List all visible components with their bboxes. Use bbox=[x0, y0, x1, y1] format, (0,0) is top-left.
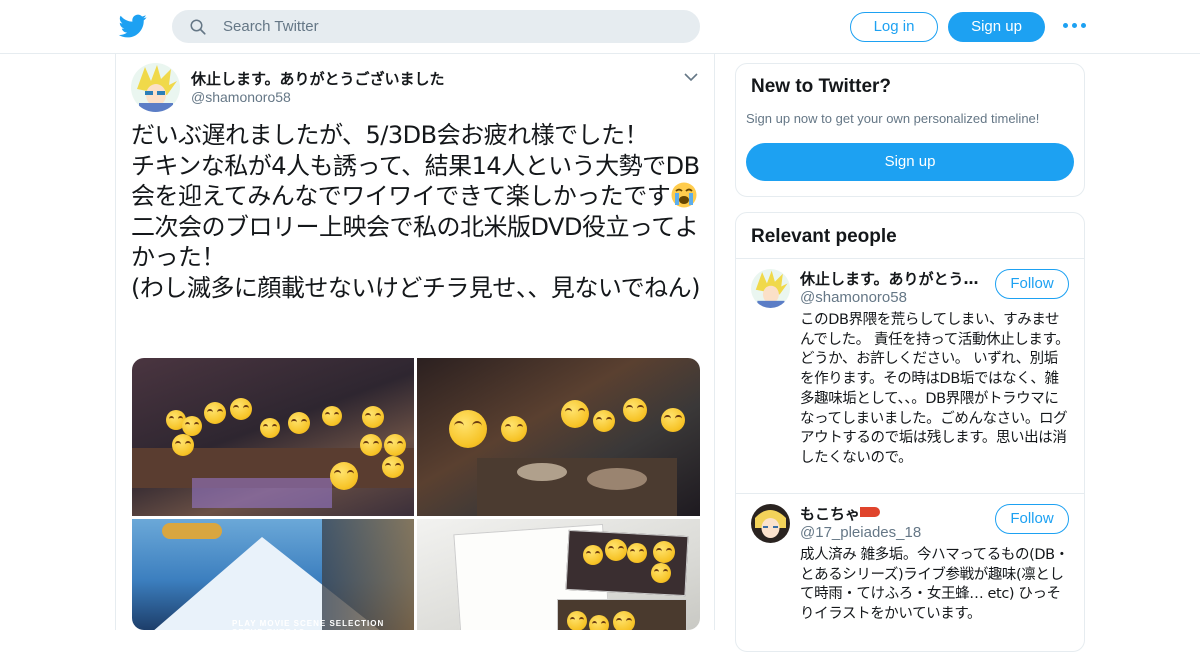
relevant-people-card: Relevant people 休止します。ありがとう… @shamonoro5… bbox=[735, 212, 1085, 652]
tweet-author-name[interactable]: 休止します。ありがとうございました bbox=[191, 68, 445, 89]
photo-party-2[interactable] bbox=[417, 358, 700, 516]
person-name[interactable]: もこちゃ bbox=[800, 503, 985, 524]
person-bio: 成人済み 雑多垢。今ハマってるもの(DB・とあるシリーズ)ライブ参戦が趣味(凛と… bbox=[800, 547, 1069, 623]
avatar-image bbox=[751, 269, 790, 308]
avatar[interactable] bbox=[751, 269, 790, 308]
divider bbox=[736, 258, 1084, 259]
new-to-twitter-subtitle: Sign up now to get your own personalized… bbox=[746, 111, 1040, 126]
loudly-crying-face-icon bbox=[671, 182, 697, 208]
photo-printed-sheets[interactable] bbox=[417, 519, 700, 630]
follow-button[interactable]: Follow bbox=[995, 504, 1069, 534]
tweet-media-grid: PLAY MOVIE SCENE SELECTION SETUP EXTRAS bbox=[132, 358, 700, 630]
log-in-button[interactable]: Log in bbox=[850, 12, 938, 42]
new-to-twitter-card: New to Twitter? Sign up now to get your … bbox=[735, 63, 1085, 197]
photo-dvd-screen[interactable]: PLAY MOVIE SCENE SELECTION SETUP EXTRAS bbox=[132, 519, 414, 630]
person-name[interactable]: 休止します。ありがとう… bbox=[800, 268, 985, 289]
relevant-people-title: Relevant people bbox=[751, 226, 897, 247]
dvd-menu-text: PLAY MOVIE SCENE SELECTION SETUP EXTRAS bbox=[232, 619, 385, 630]
tweet: 休止します。ありがとうございました @shamonoro58 だいぶ遅れましたが… bbox=[115, 54, 715, 630]
search-box[interactable] bbox=[172, 10, 700, 43]
person-handle[interactable]: @17_pleiades_18 bbox=[800, 524, 921, 541]
photo-party-1[interactable] bbox=[132, 358, 414, 516]
search-icon bbox=[190, 19, 206, 35]
follow-button[interactable]: Follow bbox=[995, 269, 1069, 299]
new-to-twitter-title: New to Twitter? bbox=[751, 76, 892, 97]
search-input[interactable] bbox=[223, 11, 683, 42]
card-sign-up-button[interactable]: Sign up bbox=[746, 143, 1074, 181]
shrimp-icon bbox=[860, 507, 881, 517]
more-options-icon[interactable] bbox=[1063, 19, 1087, 33]
sign-up-button[interactable]: Sign up bbox=[948, 12, 1045, 42]
avatar-image bbox=[751, 504, 790, 543]
person-handle[interactable]: @shamonoro58 bbox=[800, 289, 907, 306]
avatar[interactable] bbox=[131, 63, 180, 112]
avatar-image bbox=[131, 63, 180, 112]
top-navigation-bar: Log in Sign up bbox=[0, 0, 1200, 54]
divider bbox=[736, 493, 1084, 494]
tweet-text: だいぶ遅れましたが、5/3DB会お疲れ様でした！ チキンな私が4人も誘って、結果… bbox=[131, 120, 701, 303]
tweet-text-part1: だいぶ遅れましたが、5/3DB会お疲れ様でした！ チキンな私が4人も誘って、結果… bbox=[131, 121, 700, 210]
person-bio: このDB界隈を荒らしてしまい、すみませんでした。 責任を持って活動休止します。 … bbox=[800, 312, 1074, 466]
twitter-bird-logo-icon[interactable] bbox=[118, 12, 148, 40]
chevron-down-icon[interactable] bbox=[684, 72, 698, 82]
avatar[interactable] bbox=[751, 504, 790, 543]
tweet-author-handle[interactable]: @shamonoro58 bbox=[191, 89, 291, 105]
